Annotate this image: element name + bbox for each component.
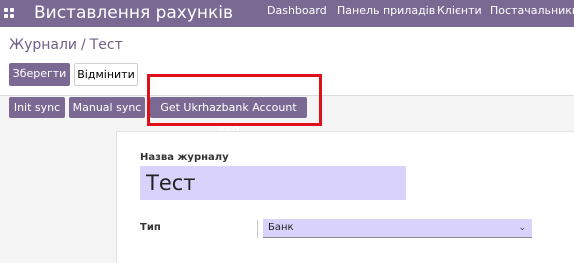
breadcrumb-current: Тест [89, 37, 123, 53]
type-select[interactable]: Банк ⌄ [263, 219, 532, 238]
menu-dashboard[interactable]: Dashboard [267, 0, 327, 21]
breadcrumb-parent-link[interactable]: Журнали [9, 37, 77, 53]
breadcrumb-separator: / [81, 37, 86, 53]
app-title: Виставлення рахунків [34, 3, 234, 23]
discard-button[interactable]: Відмінити [74, 63, 138, 86]
top-navbar: Виставлення рахунків Dashboard Панель пр… [0, 0, 574, 27]
init-sync-button[interactable]: Init sync [9, 97, 65, 118]
save-button[interactable]: Зберегти [9, 63, 70, 86]
menu-customers[interactable]: Клієнти [437, 0, 482, 21]
annotation-highlight-box [147, 74, 322, 126]
apps-menu-icon[interactable] [4, 8, 14, 18]
type-select-value: Банк [268, 222, 294, 233]
field-divider [257, 220, 258, 238]
manual-sync-button[interactable]: Manual sync [69, 97, 145, 118]
menu-vendors[interactable]: Постачальники [490, 0, 574, 21]
journal-name-input[interactable] [140, 166, 406, 200]
chevron-down-icon: ⌄ [518, 223, 526, 233]
breadcrumb: Журнали / Тест [9, 37, 123, 53]
menu-dashboards[interactable]: Панель приладів [337, 0, 435, 21]
journal-name-label: Назва журналу [140, 152, 229, 163]
type-label: Тип [140, 222, 161, 233]
